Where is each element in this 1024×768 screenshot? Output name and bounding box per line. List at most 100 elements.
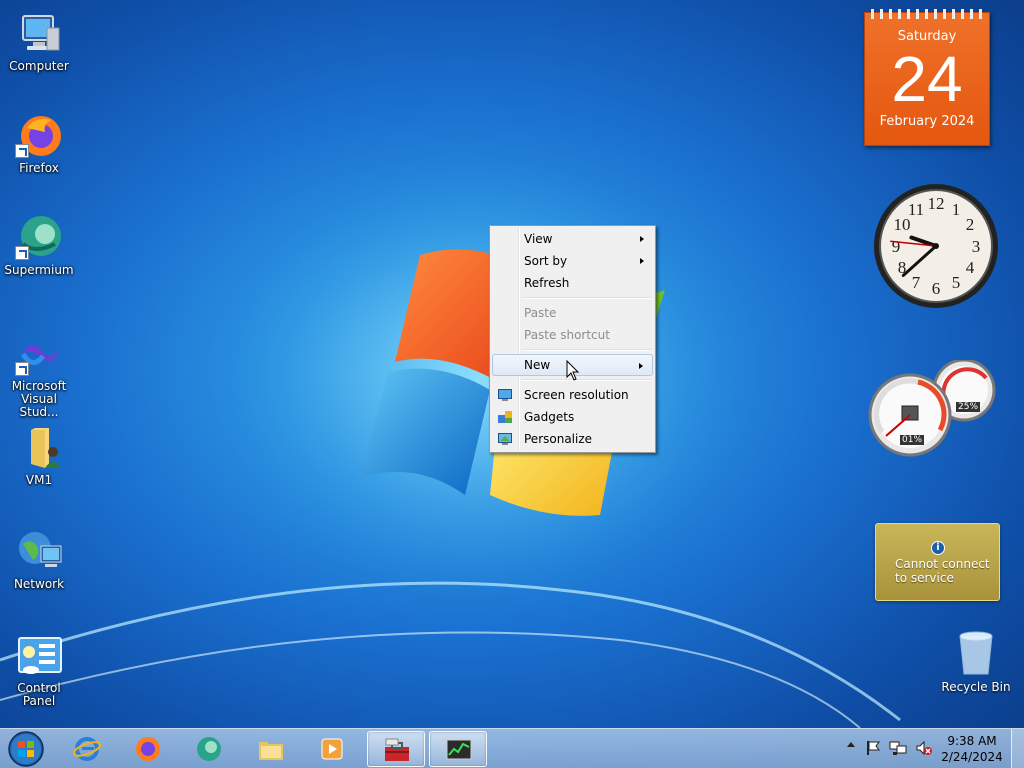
desktop-icon-computer[interactable]: Computer: [1, 10, 77, 73]
menu-item-label: Paste shortcut: [524, 328, 610, 342]
desktop-icon-label: Recycle Bin: [941, 680, 1011, 694]
shortcut-arrow-icon: [15, 246, 29, 260]
visual-studio-icon: [15, 330, 63, 378]
calendar-gadget[interactable]: Saturday 24 February 2024: [864, 9, 990, 146]
menu-item-label: Sort by: [524, 254, 568, 268]
taskbar-file-explorer[interactable]: [242, 731, 300, 767]
menu-item-refresh[interactable]: Refresh: [492, 272, 653, 294]
taskbar-media-player[interactable]: [303, 731, 361, 767]
taskbar: 9:38 AM 2/24/2024: [0, 728, 1024, 768]
calendar-month-year: February 2024: [879, 114, 975, 129]
desktop-icon-firefox[interactable]: Firefox: [1, 112, 77, 175]
calendar-rings: [871, 9, 983, 19]
taskbar-internet-explorer[interactable]: [58, 731, 116, 767]
submenu-arrow-icon: [640, 236, 644, 242]
svg-text:1: 1: [952, 200, 961, 219]
monitor-icon: [498, 389, 512, 401]
svg-text:9: 9: [892, 237, 901, 256]
desktop-icon-vm1[interactable]: VM1: [1, 424, 77, 487]
svg-text:7: 7: [912, 273, 921, 292]
taskbar-supermium[interactable]: [180, 731, 238, 767]
desktop-icon-recycle-bin[interactable]: Recycle Bin: [940, 630, 1012, 694]
menu-item-paste[interactable]: Paste: [492, 302, 653, 324]
desktop-context-menu: View Sort by Refresh Paste Paste shortcu…: [489, 225, 656, 453]
menu-separator: [492, 346, 653, 354]
desktop-icon-network[interactable]: Network: [1, 528, 77, 591]
menu-item-label: View: [524, 232, 553, 246]
folder-icon: [259, 742, 283, 760]
desktop-icon-label: Firefox: [19, 161, 59, 175]
weather-message: Cannot connect to service: [895, 557, 990, 585]
firefox-icon: [136, 737, 160, 761]
task-manager-icon: [446, 739, 472, 760]
network-tray-icon[interactable]: [889, 740, 907, 756]
volume-muted-icon[interactable]: [915, 740, 933, 756]
action-center-flag-icon[interactable]: [865, 740, 881, 756]
desktop-icon-label: Control Panel: [17, 681, 61, 708]
svg-text:4: 4: [966, 258, 975, 277]
desktop-icon-label: VM1: [25, 473, 53, 487]
shortcut-arrow-icon: [15, 362, 29, 376]
menu-item-label: Paste: [524, 306, 557, 320]
desktop-icon-label: Supermium: [4, 263, 74, 277]
menu-item-paste-shortcut[interactable]: Paste shortcut: [492, 324, 653, 346]
taskbar-date: 2/24/2024: [941, 750, 1003, 764]
cpu-meter-gadget[interactable]: 01% 25%: [868, 358, 998, 460]
network-icon: [15, 528, 63, 576]
personalize-icon: [498, 433, 512, 445]
taskbar-toolbox[interactable]: [367, 731, 425, 767]
menu-item-label: Screen resolution: [524, 388, 629, 402]
recycle-bin-icon: [952, 630, 1000, 678]
menu-item-label: Refresh: [524, 276, 570, 290]
menu-item-label: Gadgets: [524, 410, 575, 424]
memory-usage-label: 25%: [956, 402, 981, 412]
shortcut-arrow-icon: [15, 144, 29, 158]
submenu-arrow-icon: [639, 363, 643, 369]
taskbar-firefox[interactable]: [119, 731, 177, 767]
svg-text:6: 6: [932, 279, 941, 298]
media-player-icon: [321, 738, 343, 760]
menu-item-sort-by[interactable]: Sort by: [492, 250, 653, 272]
desktop-icon-supermium[interactable]: Supermium: [1, 214, 77, 277]
menu-separator: [492, 294, 653, 302]
start-button[interactable]: [4, 730, 48, 768]
desktop-icon-label: Microsoft Visual Stud...: [11, 379, 67, 419]
gadgets-icon: [498, 411, 512, 423]
clock-gadget[interactable]: 12 12 345 678 91011: [872, 182, 1000, 310]
internet-explorer-icon: [73, 737, 101, 761]
desktop-icon-control-panel[interactable]: Control Panel: [1, 632, 77, 708]
menu-item-screen-resolution[interactable]: Screen resolution: [492, 384, 653, 406]
show-hidden-icons-chevron-icon[interactable]: [847, 742, 855, 747]
svg-text:5: 5: [952, 273, 961, 292]
taskbar-clock[interactable]: 9:38 AM 2/24/2024: [936, 733, 1008, 765]
svg-text:12: 12: [928, 194, 945, 213]
firefox-icon: [15, 112, 63, 160]
menu-item-personalize[interactable]: Personalize: [492, 428, 653, 450]
taskbar-task-manager[interactable]: [429, 731, 487, 767]
toolbox-icon: [385, 738, 409, 761]
menu-item-gadgets[interactable]: Gadgets: [492, 406, 653, 428]
calendar-day: 24: [891, 43, 963, 115]
svg-text:2: 2: [966, 215, 975, 234]
desktop-icon-label: Computer: [9, 59, 69, 73]
supermium-icon: [197, 737, 221, 761]
info-icon: i: [931, 541, 945, 555]
control-panel-icon: [15, 632, 63, 680]
mouse-pointer-icon: [566, 360, 580, 381]
cpu-usage-label: 01%: [900, 435, 925, 445]
taskbar-time: 9:38 AM: [947, 734, 997, 748]
show-desktop-button[interactable]: [1011, 729, 1024, 768]
svg-text:3: 3: [972, 237, 981, 256]
svg-text:11: 11: [908, 200, 924, 219]
calendar-weekday: Saturday: [897, 29, 957, 44]
weather-gadget[interactable]: i Cannot connect to service: [875, 523, 1000, 601]
desktop-icon-visual-studio[interactable]: Microsoft Visual Stud...: [1, 330, 77, 419]
menu-item-label: New: [524, 358, 551, 372]
menu-item-label: Personalize: [524, 432, 593, 446]
menu-item-view[interactable]: View: [492, 228, 653, 250]
supermium-icon: [15, 214, 63, 262]
user-folder-icon: [15, 424, 63, 472]
desktop-icon-label: Network: [13, 577, 65, 591]
submenu-arrow-icon: [640, 258, 644, 264]
computer-icon: [15, 10, 63, 58]
